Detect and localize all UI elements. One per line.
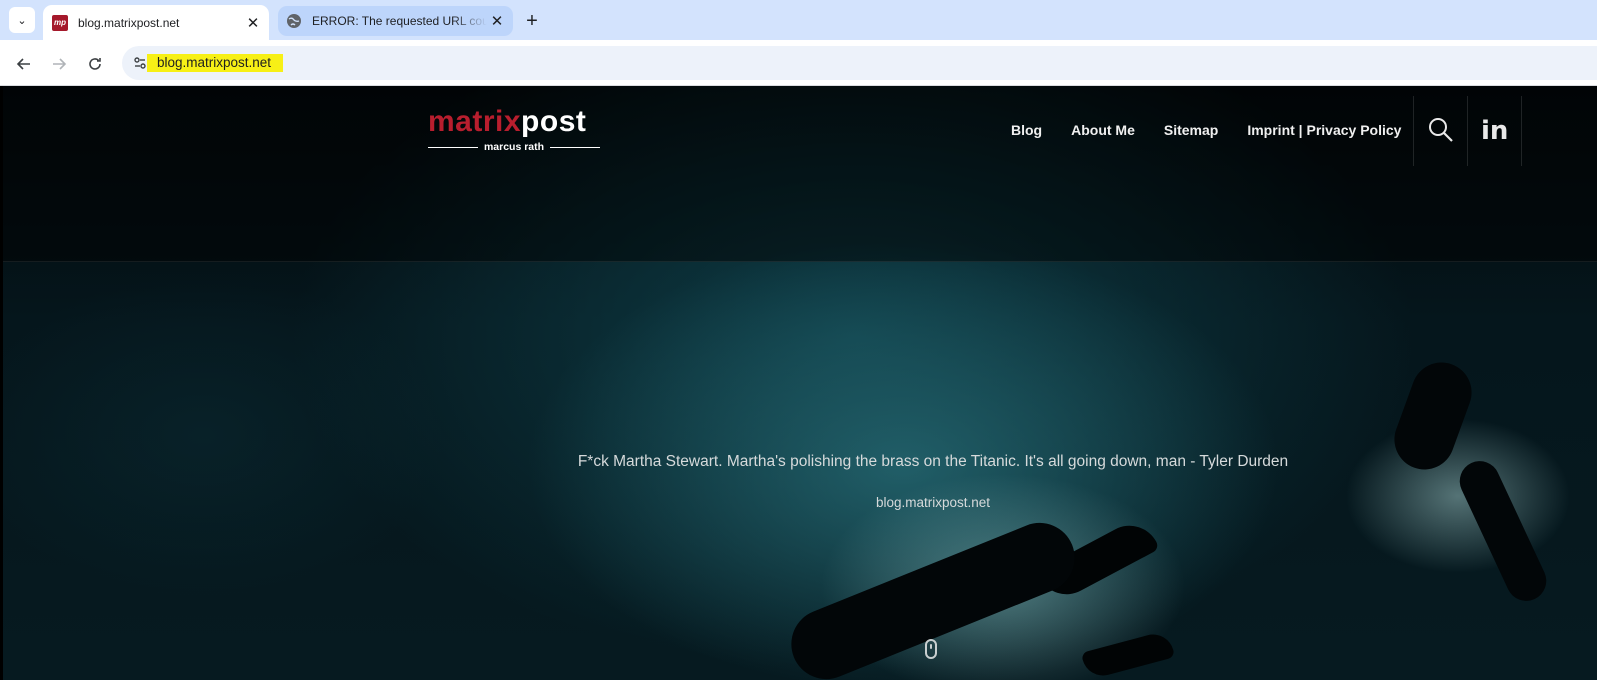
- header-overlay: [3, 86, 1597, 262]
- nav-item-imprint-privacy[interactable]: Imprint | Privacy Policy: [1247, 122, 1401, 138]
- logo-divider: [428, 146, 478, 148]
- url-text[interactable]: blog.matrixpost.net: [147, 54, 284, 72]
- reload-icon: [89, 58, 101, 70]
- tab-strip: ⌄ mp blog.matrixpost.net ✕ ERROR: The re…: [0, 0, 1597, 40]
- forward-button[interactable]: [45, 50, 73, 78]
- browser-toolbar: blog.matrixpost.net: [0, 40, 1597, 86]
- main-nav: Blog About Me Sitemap Imprint | Privacy …: [1011, 122, 1401, 138]
- new-tab-button[interactable]: +: [520, 9, 544, 33]
- site-logo[interactable]: matrixpost marcus rath: [428, 105, 601, 154]
- logo-subtitle: marcus rath: [483, 141, 545, 153]
- hero-quote: F*ck Martha Stewart. Martha's polishing …: [577, 453, 1289, 470]
- globe-icon: [287, 14, 301, 28]
- logo-divider: [550, 146, 601, 148]
- hero-section: matrixpost marcus rath Blog About Me Sit…: [3, 86, 1597, 680]
- search-icon[interactable]: [1427, 116, 1455, 144]
- diver-fin: [1080, 629, 1176, 680]
- nav-item-about-me[interactable]: About Me: [1071, 122, 1135, 138]
- nav-divider: [1521, 96, 1522, 166]
- nav-item-blog[interactable]: Blog: [1011, 122, 1042, 138]
- nav-divider: [1413, 96, 1414, 166]
- tab-title: ERROR: The requested URL could not be re…: [312, 14, 487, 28]
- arrow-right-icon: [53, 58, 67, 70]
- address-bar[interactable]: blog.matrixpost.net: [122, 46, 1597, 80]
- arrow-left-icon: [16, 58, 30, 70]
- nav-divider: [1467, 96, 1468, 166]
- nav-item-sitemap[interactable]: Sitemap: [1164, 122, 1218, 138]
- linkedin-icon[interactable]: in: [1481, 118, 1509, 144]
- back-button[interactable]: [10, 50, 38, 78]
- hero-site-name: blog.matrixpost.net: [875, 495, 991, 510]
- logo-text-post: post: [521, 105, 587, 138]
- close-icon[interactable]: ✕: [243, 13, 263, 33]
- chevron-down-icon: ⌄: [17, 14, 27, 27]
- logo-text-matrix: matrix: [428, 105, 522, 138]
- diver-silhouette: [1453, 454, 1553, 608]
- reload-button[interactable]: [81, 50, 109, 78]
- scroll-down-icon[interactable]: [925, 639, 937, 659]
- tab-inactive[interactable]: ERROR: The requested URL could not be re…: [278, 6, 513, 36]
- tab-title: blog.matrixpost.net: [78, 15, 180, 30]
- close-icon[interactable]: ✕: [487, 11, 507, 31]
- tab-search-button[interactable]: ⌄: [9, 7, 35, 33]
- tab-active[interactable]: mp blog.matrixpost.net ✕: [43, 5, 269, 40]
- matrixpost-favicon: mp: [52, 14, 68, 31]
